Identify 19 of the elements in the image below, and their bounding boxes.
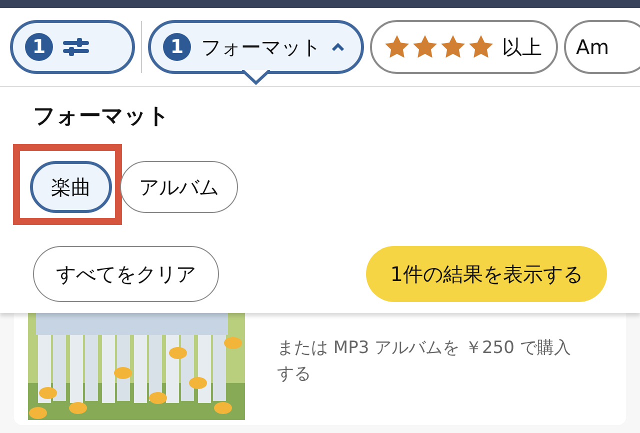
count-badge: 1	[25, 33, 53, 61]
filters-button[interactable]: 1	[10, 20, 135, 74]
sliders-icon	[63, 38, 89, 56]
rating-filter[interactable]: 以上	[370, 20, 558, 74]
show-results-button[interactable]: 1件の結果を表示する	[366, 246, 607, 302]
filter-chip[interactable]: Am	[564, 20, 640, 74]
price-text: または MP3 アルバムを ￥250 で購入する	[277, 337, 572, 386]
clear-button[interactable]: すべてをクリア	[33, 246, 219, 302]
count-badge: 1	[163, 33, 191, 61]
star-icon	[468, 34, 494, 60]
star-icon	[384, 34, 410, 60]
format-option[interactable]: アルバム	[120, 161, 238, 213]
star-icon	[412, 34, 438, 60]
chevron-icon	[331, 42, 345, 52]
star-icon	[440, 34, 466, 60]
format-option[interactable]: 楽曲	[30, 161, 112, 213]
rating-label: 以上	[502, 34, 542, 60]
panel-title: フォーマット	[33, 103, 171, 131]
dropdown-label: フォーマット	[201, 34, 321, 60]
